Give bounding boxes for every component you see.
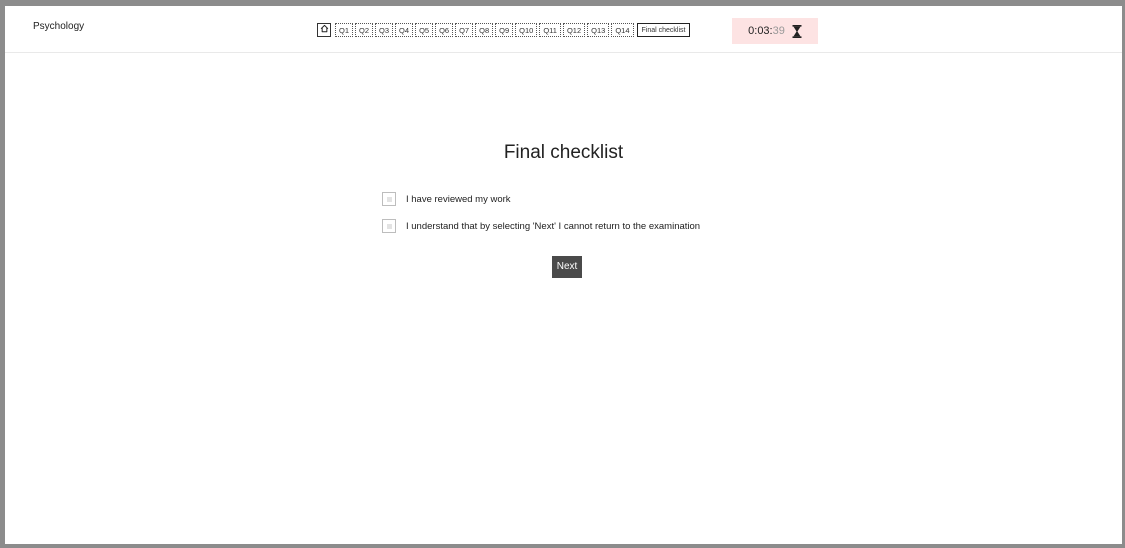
hourglass-icon: [792, 24, 802, 38]
question-tab[interactable]: Q5: [415, 23, 434, 37]
question-tab[interactable]: Q6: [435, 23, 454, 37]
question-tab[interactable]: Q13: [587, 23, 610, 37]
timer: 0:03: 39: [732, 18, 818, 44]
question-tab[interactable]: Q9: [495, 23, 514, 37]
final-checklist-tab[interactable]: Final checklist: [636, 23, 691, 37]
question-tab[interactable]: Q8: [475, 23, 494, 37]
home-icon: [320, 24, 329, 37]
next-button[interactable]: Next: [552, 256, 582, 278]
checklist-label: I have reviewed my work: [406, 193, 511, 205]
home-button[interactable]: [317, 23, 331, 37]
question-tab[interactable]: Q4: [395, 23, 414, 37]
reviewed-checkbox[interactable]: [382, 192, 396, 206]
question-tab[interactable]: Q3: [375, 23, 394, 37]
question-tab[interactable]: Q1: [335, 23, 354, 37]
question-tab[interactable]: Q12: [562, 23, 586, 37]
question-tab[interactable]: Q11: [539, 23, 561, 37]
understand-checkbox[interactable]: [382, 219, 396, 233]
page-title: Final checklist: [503, 142, 624, 163]
subject-title: Psychology: [33, 21, 85, 32]
top-bar: Psychology Q1 Q2 Q3 Q4 Q5 Q6 Q7 Q8 Q9 Q10 Q11 Q12 Q1…: [5, 6, 1122, 53]
question-navigation: Q1 Q2 Q3 Q4 Q5 Q6 Q7 Q8 Q9 Q10 Q11 Q12 Q13 Q14 Final c…: [317, 23, 692, 37]
timer-minutes: 0:03:: [748, 25, 773, 37]
checklist-label: I understand that by selecting 'Next' I …: [406, 220, 701, 232]
question-tab[interactable]: Q10: [515, 23, 538, 37]
question-tab[interactable]: Q14: [611, 23, 634, 37]
exam-window: Psychology Q1 Q2 Q3 Q4 Q5 Q6 Q7 Q8 Q9 Q10 Q11 Q12 Q1…: [5, 6, 1122, 544]
question-tab[interactable]: Q7: [455, 23, 474, 37]
checklist-item-reviewed: I have reviewed my work: [382, 192, 511, 206]
question-tab[interactable]: Q2: [355, 23, 374, 37]
checklist-item-understand: I understand that by selecting 'Next' I …: [382, 219, 700, 233]
timer-seconds: 39: [772, 25, 785, 37]
